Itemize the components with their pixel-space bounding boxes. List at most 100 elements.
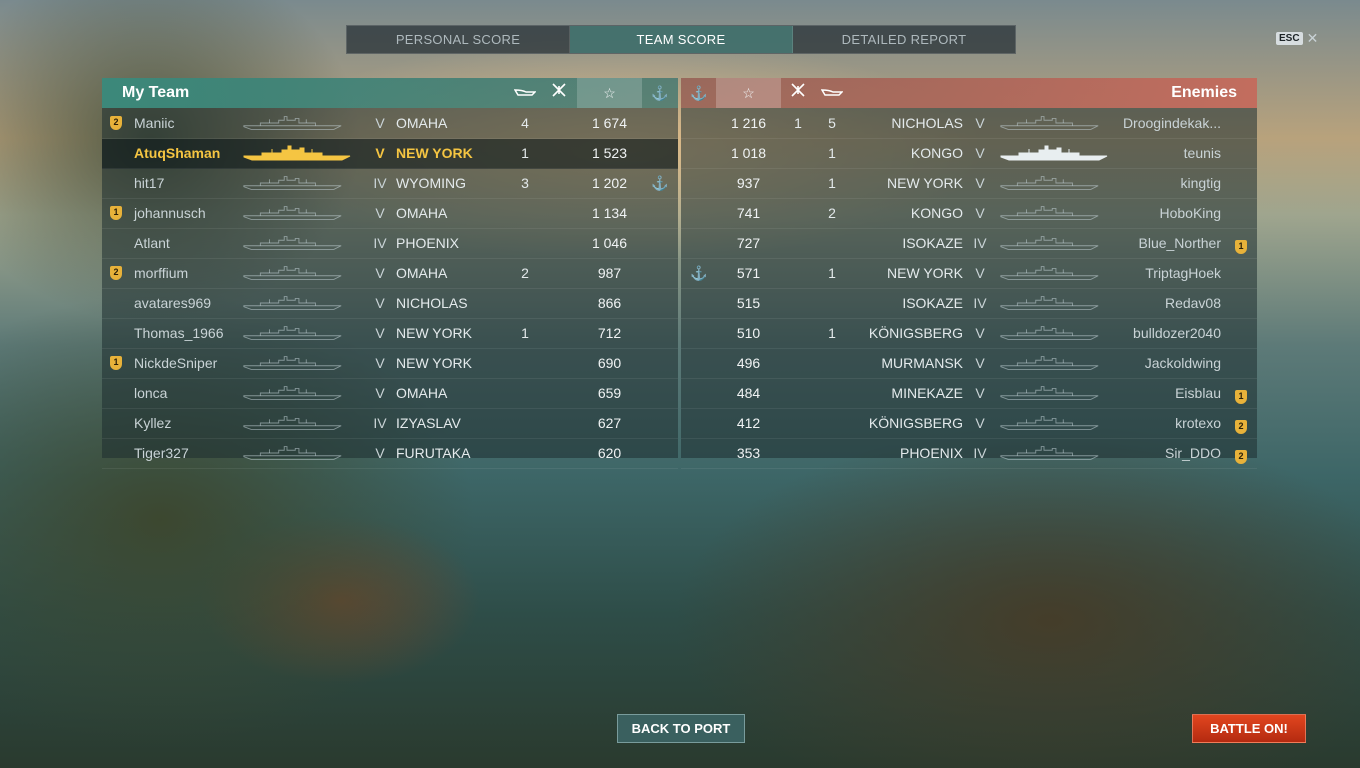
ship-tier: V [975, 175, 985, 191]
player-row[interactable]: 1 johannusch V OMAHA 1 134 [102, 199, 678, 229]
ship-name: OMAHA [396, 265, 448, 281]
rank-badge: 2 [110, 116, 122, 130]
ship-name: ISOKAZE [902, 235, 963, 251]
ship-silhouette-icon [242, 204, 343, 222]
ship-name: MURMANSK [881, 355, 963, 371]
player-row[interactable]: 412 KÖNIGSBERG Vkrotexo 2 [681, 409, 1257, 439]
ship-silhouette-icon [999, 414, 1100, 432]
player-score: 690 [597, 355, 622, 371]
player-name: Eisblau [1175, 385, 1221, 401]
player-row[interactable]: 741 2 KONGO V HoboKing [681, 199, 1257, 229]
player-score: 741 [736, 205, 761, 221]
player-name: HoboKing [1159, 205, 1222, 221]
player-name: Sir_DDO [1164, 445, 1221, 461]
ship-tier: V [375, 115, 385, 131]
esc-close-button[interactable]: ESC ✕ [1276, 30, 1318, 47]
player-row[interactable]: Atlant IV PHOENIX 1 046 [102, 229, 678, 259]
ship-tier: V [375, 325, 385, 341]
player-row[interactable]: lonca V OMAHA 659 [102, 379, 678, 409]
player-score: 987 [597, 265, 622, 281]
ship-name: KÖNIGSBERG [868, 415, 963, 431]
rank-badge: 2 [110, 266, 122, 280]
rank-badge: 1 [1235, 240, 1247, 254]
tab-team-score[interactable]: TEAM SCORE [570, 26, 793, 53]
ship-silhouette-icon [242, 354, 343, 372]
ship-name: NEW YORK [396, 355, 472, 371]
ship-name: WYOMING [396, 175, 466, 191]
player-row[interactable]: AtuqShaman V NEW YORK 1 1 523 [102, 139, 678, 169]
enemies-title: Enemies [1171, 84, 1237, 101]
player-row[interactable]: 484 MINEKAZE V Eisblau 1 [681, 379, 1257, 409]
ship-name: NEW YORK [396, 325, 472, 341]
torpedo-icon [510, 78, 540, 108]
player-score: 1 202 [591, 175, 628, 191]
tab-detailed-report[interactable]: DETAILED REPORT [793, 26, 1015, 53]
rank-badge: 2 [1235, 420, 1247, 434]
planes-count: 1 [794, 115, 802, 131]
player-row[interactable]: 496 MURMANSK V Jackoldwing [681, 349, 1257, 379]
player-row[interactable]: 937 1 NEW YORK Vkingtig [681, 169, 1257, 199]
kills-count: 5 [828, 115, 836, 131]
tab-personal-score[interactable]: PERSONAL SCORE [347, 26, 570, 53]
player-row[interactable]: 1 NickdeSniper V NEW YORK 690 [102, 349, 678, 379]
kills-count: 2 [828, 205, 836, 221]
enemies-panel: ⚓ ☆ Enemies 1 216 1 5 NICHOLAS V Droogindekak… [681, 78, 1257, 469]
kills-count: 2 [521, 265, 529, 281]
ship-name: NICHOLAS [891, 115, 963, 131]
close-icon: ✕ [1306, 30, 1319, 46]
ship-tier: V [975, 415, 985, 431]
player-name: kingtig [1180, 175, 1221, 191]
ship-name: PHOENIX [396, 235, 460, 251]
player-score: 484 [736, 385, 761, 401]
player-row[interactable]: Tiger327 V FURUTAKA 620 [102, 439, 678, 469]
player-row[interactable]: hit17 IV WYOMING 3 1 202 ⚓ [102, 169, 678, 199]
player-row[interactable]: Thomas_1966 V NEW YORK 1 712 [102, 319, 678, 349]
kills-count: 1 [828, 325, 836, 341]
player-name: TriptagHoek [1145, 265, 1221, 281]
player-row[interactable]: 515 ISOKAZE IV Redav08 [681, 289, 1257, 319]
ship-name: KONGO [910, 205, 963, 221]
player-row[interactable]: 2 morffium V OMAHA 2 987 [102, 259, 678, 289]
ship-tier: V [975, 205, 985, 221]
ship-tier: V [375, 445, 385, 461]
ship-silhouette-icon [242, 444, 343, 462]
player-row[interactable]: ⚓ 571 1 NEW YORK V TriptagHoek [681, 259, 1257, 289]
player-row[interactable]: 1 216 1 5 NICHOLAS V Droogindekak... [681, 109, 1257, 139]
player-name: NickdeSniper [134, 355, 218, 371]
ship-tier: V [975, 325, 985, 341]
player-row[interactable]: 510 1 KÖNIGSBERG Vbulldozer2040 [681, 319, 1257, 349]
ship-silhouette-icon [242, 324, 343, 342]
ship-tier: V [375, 385, 385, 401]
ship-silhouette-icon [999, 354, 1100, 372]
rank-badge: 2 [1235, 450, 1247, 464]
player-score: 1 216 [730, 115, 767, 131]
back-to-port-button[interactable]: BACK TO PORT [617, 714, 745, 743]
player-score: 571 [736, 265, 761, 281]
player-name: teunis [1183, 145, 1221, 161]
ship-silhouette-icon [242, 144, 352, 162]
anchor-icon: ⚓ [690, 85, 708, 101]
esc-key-label: ESC [1276, 32, 1303, 45]
player-row[interactable]: avatares969 V NICHOLAS 866 [102, 289, 678, 319]
my-team-rows: 2 Maniic V OMAHA 4 1 674 AtuqShaman V NEW YORK 1 1… [102, 109, 678, 469]
ship-tier: IV [373, 235, 387, 251]
player-row[interactable]: 353 PHOENIX IV Sir_DDO 2 [681, 439, 1257, 469]
ship-name: IZYASLAV [396, 415, 461, 431]
enemies-header: ⚓ ☆ Enemies [681, 78, 1257, 108]
battle-on-button[interactable]: BATTLE ON! [1192, 714, 1306, 743]
ship-tier: V [975, 265, 985, 281]
my-team-title: My Team [122, 84, 190, 101]
player-name: avatares969 [134, 295, 212, 311]
player-score: 1 046 [591, 235, 628, 251]
ship-name: OMAHA [396, 205, 448, 221]
ship-tier: V [975, 355, 985, 371]
ship-silhouette-icon [999, 384, 1100, 402]
player-row[interactable]: Kyllez IV IZYASLAV 627 [102, 409, 678, 439]
player-row[interactable]: 1 018 1 KONGO Vteunis [681, 139, 1257, 169]
ship-silhouette-icon [242, 264, 343, 282]
player-row[interactable]: 2 Maniic V OMAHA 4 1 674 [102, 109, 678, 139]
rank-badge: 1 [110, 356, 122, 370]
player-score: 727 [736, 235, 761, 251]
player-row[interactable]: 727 ISOKAZE IV Blue_Norther 1 [681, 229, 1257, 259]
ship-silhouette-icon [999, 444, 1100, 462]
